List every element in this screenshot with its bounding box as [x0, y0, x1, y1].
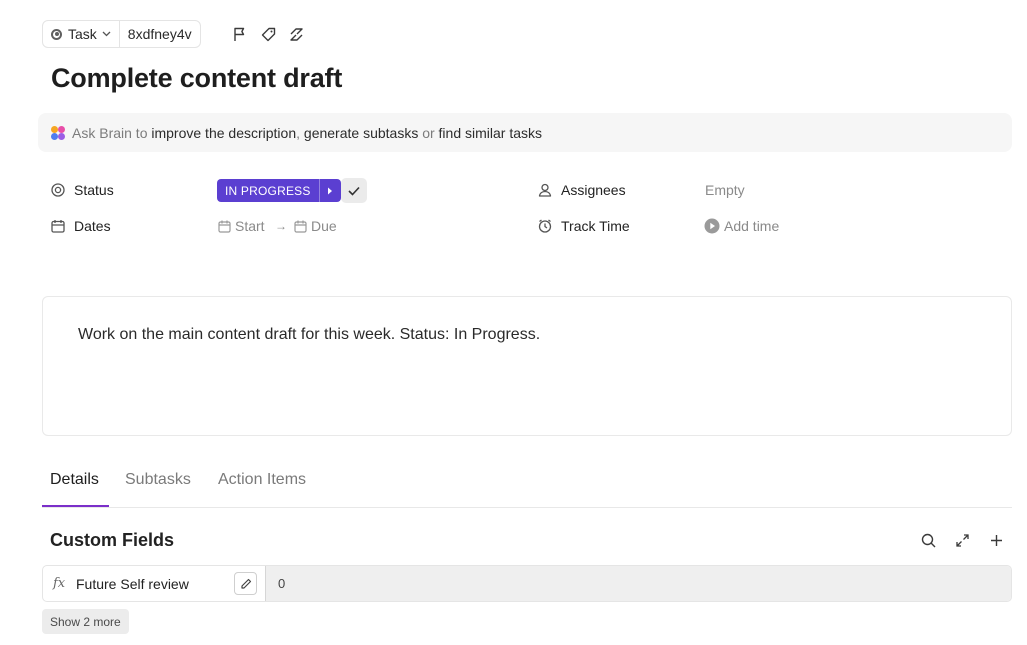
- assignees-value[interactable]: Empty: [705, 180, 745, 200]
- dates-label-text: Dates: [74, 218, 111, 234]
- due-date-field[interactable]: Due: [294, 216, 337, 236]
- active-tab-indicator: [42, 505, 109, 507]
- find-similar-tasks-link[interactable]: find similar tasks: [439, 125, 542, 141]
- play-icon: [704, 218, 720, 234]
- status-label: Status: [50, 180, 114, 200]
- custom-field-value[interactable]: 0: [265, 566, 1011, 601]
- search-icon[interactable]: [919, 531, 937, 549]
- description-editor[interactable]: [42, 296, 1012, 436]
- calendar-icon: [50, 218, 66, 234]
- formula-icon: fx: [53, 576, 66, 591]
- edit-field-button[interactable]: [234, 572, 257, 595]
- alarm-clock-icon: [537, 218, 553, 234]
- user-icon: [537, 182, 553, 198]
- expand-icon[interactable]: [953, 531, 971, 549]
- task-type-pill: Task 8xdfney4v: [42, 20, 201, 48]
- tab-action-items[interactable]: Action Items: [218, 471, 306, 489]
- description-text[interactable]: Work on the main content draft for this …: [78, 326, 540, 344]
- task-type-icon: [51, 28, 62, 40]
- status-badge[interactable]: IN PROGRESS: [217, 179, 341, 202]
- pencil-icon: [240, 578, 251, 589]
- show-more-button[interactable]: Show 2 more: [42, 609, 129, 634]
- calendar-refresh-icon: [218, 220, 231, 233]
- chevron-down-icon: [102, 31, 111, 37]
- date-arrow: →: [275, 219, 287, 233]
- add-time-button[interactable]: Add time: [704, 216, 779, 236]
- brain-prefix: Ask Brain to: [72, 124, 148, 141]
- tab-divider: [42, 507, 1012, 508]
- task-id[interactable]: 8xdfney4v: [118, 21, 200, 47]
- status-value: IN PROGRESS: [225, 183, 311, 198]
- link-icon[interactable]: [287, 25, 305, 43]
- tag-icon[interactable]: [259, 25, 277, 43]
- start-date-text: Start: [235, 218, 265, 234]
- custom-field-name-cell: fx Future Self review: [43, 566, 265, 601]
- tab-details[interactable]: Details: [50, 471, 99, 489]
- task-type-dropdown[interactable]: Task: [43, 21, 119, 47]
- status-ring-icon: [50, 182, 66, 198]
- assignees-label-text: Assignees: [561, 182, 626, 198]
- task-title[interactable]: Complete content draft: [51, 63, 342, 94]
- calendar-refresh-icon: [294, 220, 307, 233]
- flag-icon[interactable]: [231, 25, 249, 43]
- generate-subtasks-link[interactable]: generate subtasks: [304, 125, 418, 141]
- next-status-arrow-icon[interactable]: [318, 179, 341, 202]
- dates-label: Dates: [50, 216, 111, 236]
- add-field-icon[interactable]: [987, 531, 1005, 549]
- custom-field-name: Future Self review: [76, 575, 189, 592]
- start-date-field[interactable]: Start: [218, 216, 265, 236]
- brain-connector: or: [422, 124, 435, 141]
- status-label-text: Status: [74, 182, 114, 198]
- complete-check-button[interactable]: [341, 178, 367, 203]
- task-type-label: Task: [68, 26, 97, 42]
- track-time-label: Track Time: [537, 216, 630, 236]
- assignees-label: Assignees: [537, 180, 626, 200]
- add-time-text: Add time: [724, 218, 780, 234]
- tab-subtasks[interactable]: Subtasks: [125, 471, 191, 489]
- custom-field-row: fx Future Self review 0: [42, 565, 1012, 602]
- track-time-label-text: Track Time: [561, 218, 630, 234]
- due-date-text: Due: [311, 218, 337, 234]
- custom-fields-title: Custom Fields: [50, 530, 175, 550]
- brain-logo-icon: [51, 125, 65, 140]
- improve-description-link[interactable]: improve the description: [151, 125, 296, 141]
- check-icon: [348, 186, 360, 196]
- ask-brain-bar: Ask Brain to improve the description , g…: [38, 113, 1012, 152]
